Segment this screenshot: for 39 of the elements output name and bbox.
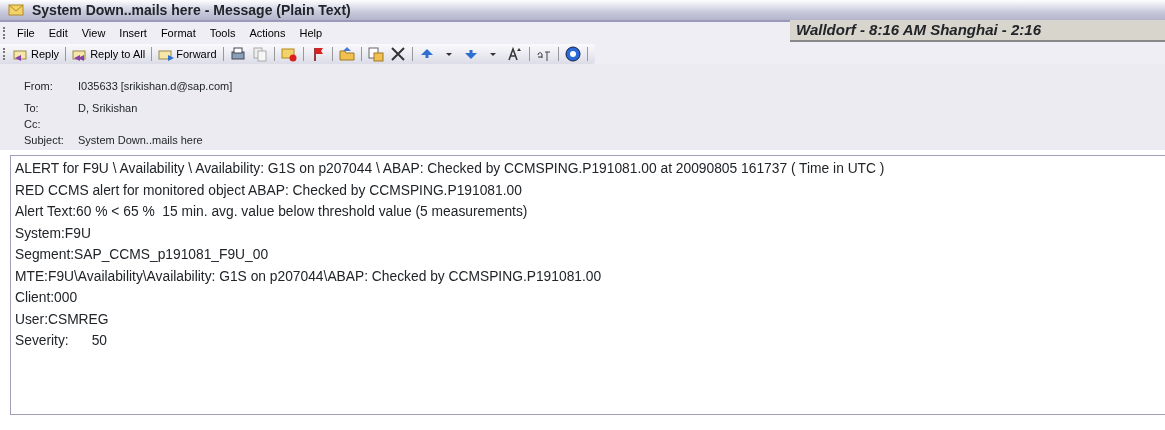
clock-text: Walldorf - 8:16 AM Shanghai - 2:16	[790, 20, 1165, 42]
toolbar-button[interactable]: Reply to All	[69, 45, 149, 63]
grip-handle[interactable]	[3, 27, 6, 39]
toolbar-button[interactable]: Reply	[10, 45, 63, 63]
menu-item[interactable]: Actions	[242, 24, 293, 42]
printer-icon[interactable]	[229, 46, 246, 62]
grip-handle[interactable]	[3, 48, 6, 60]
menu-item[interactable]: File	[10, 24, 42, 42]
menu-item[interactable]: Insert	[112, 24, 154, 42]
field-label: Cc:	[24, 116, 42, 132]
body-line: User:CSMREG	[15, 310, 109, 329]
font-size-icon[interactable]	[506, 46, 523, 62]
menu-item[interactable]: Tools	[202, 24, 243, 42]
folder-icon[interactable]	[338, 46, 355, 62]
field-value: System Down..mails here	[78, 132, 203, 148]
body-line: Alert Text:60 % < 65 % 15 min. avg. value below threshold value (5 measurements)	[15, 203, 528, 221]
help-icon[interactable]	[564, 46, 581, 62]
body-line: Segment:SAP_CCMS_p191081_F9U_00	[15, 246, 269, 264]
menu-item[interactable]: Format	[153, 24, 203, 42]
delete-icon[interactable]	[389, 46, 406, 62]
body-line: RED CCMS alert for monitored object ABAP: Checked by CCMSPING.P191081.00	[15, 181, 522, 200]
field-label: From:	[24, 78, 54, 94]
field-label: To:	[24, 100, 40, 116]
field-value: I035633 [srikishan.d@sap.com]	[78, 78, 233, 94]
body-line: Client:000	[15, 289, 78, 307]
menu-item[interactable]: View	[74, 24, 113, 42]
body-line: MTE:F9U\Availability\Availability: G1S on p207044\ABAP: Checked by CCMSPING.P191081.00	[15, 267, 602, 286]
envelope-stop-icon[interactable]	[280, 46, 297, 62]
window-title: System Down..mails here - Message (Plain Text)	[32, 0, 351, 20]
field-value: D, Srikishan	[78, 100, 138, 116]
menu-item[interactable]: Help	[292, 24, 330, 42]
move-icon[interactable]	[367, 46, 384, 62]
toolbar-button[interactable]: Forward	[155, 45, 220, 63]
body-line: ALERT for F9U \ Availability \ Availability: G1S on p207044 \ ABAP: Checked by CCMSPING.P191081.00 at 20090805 161737 ( Time in UTC )	[15, 160, 885, 178]
body-line: System:F9U	[15, 224, 91, 243]
menu-item[interactable]: Edit	[41, 24, 75, 42]
envelope-icon	[8, 2, 24, 18]
body-line: Severity: 50	[15, 332, 108, 350]
field-label: Subject:	[24, 132, 65, 148]
